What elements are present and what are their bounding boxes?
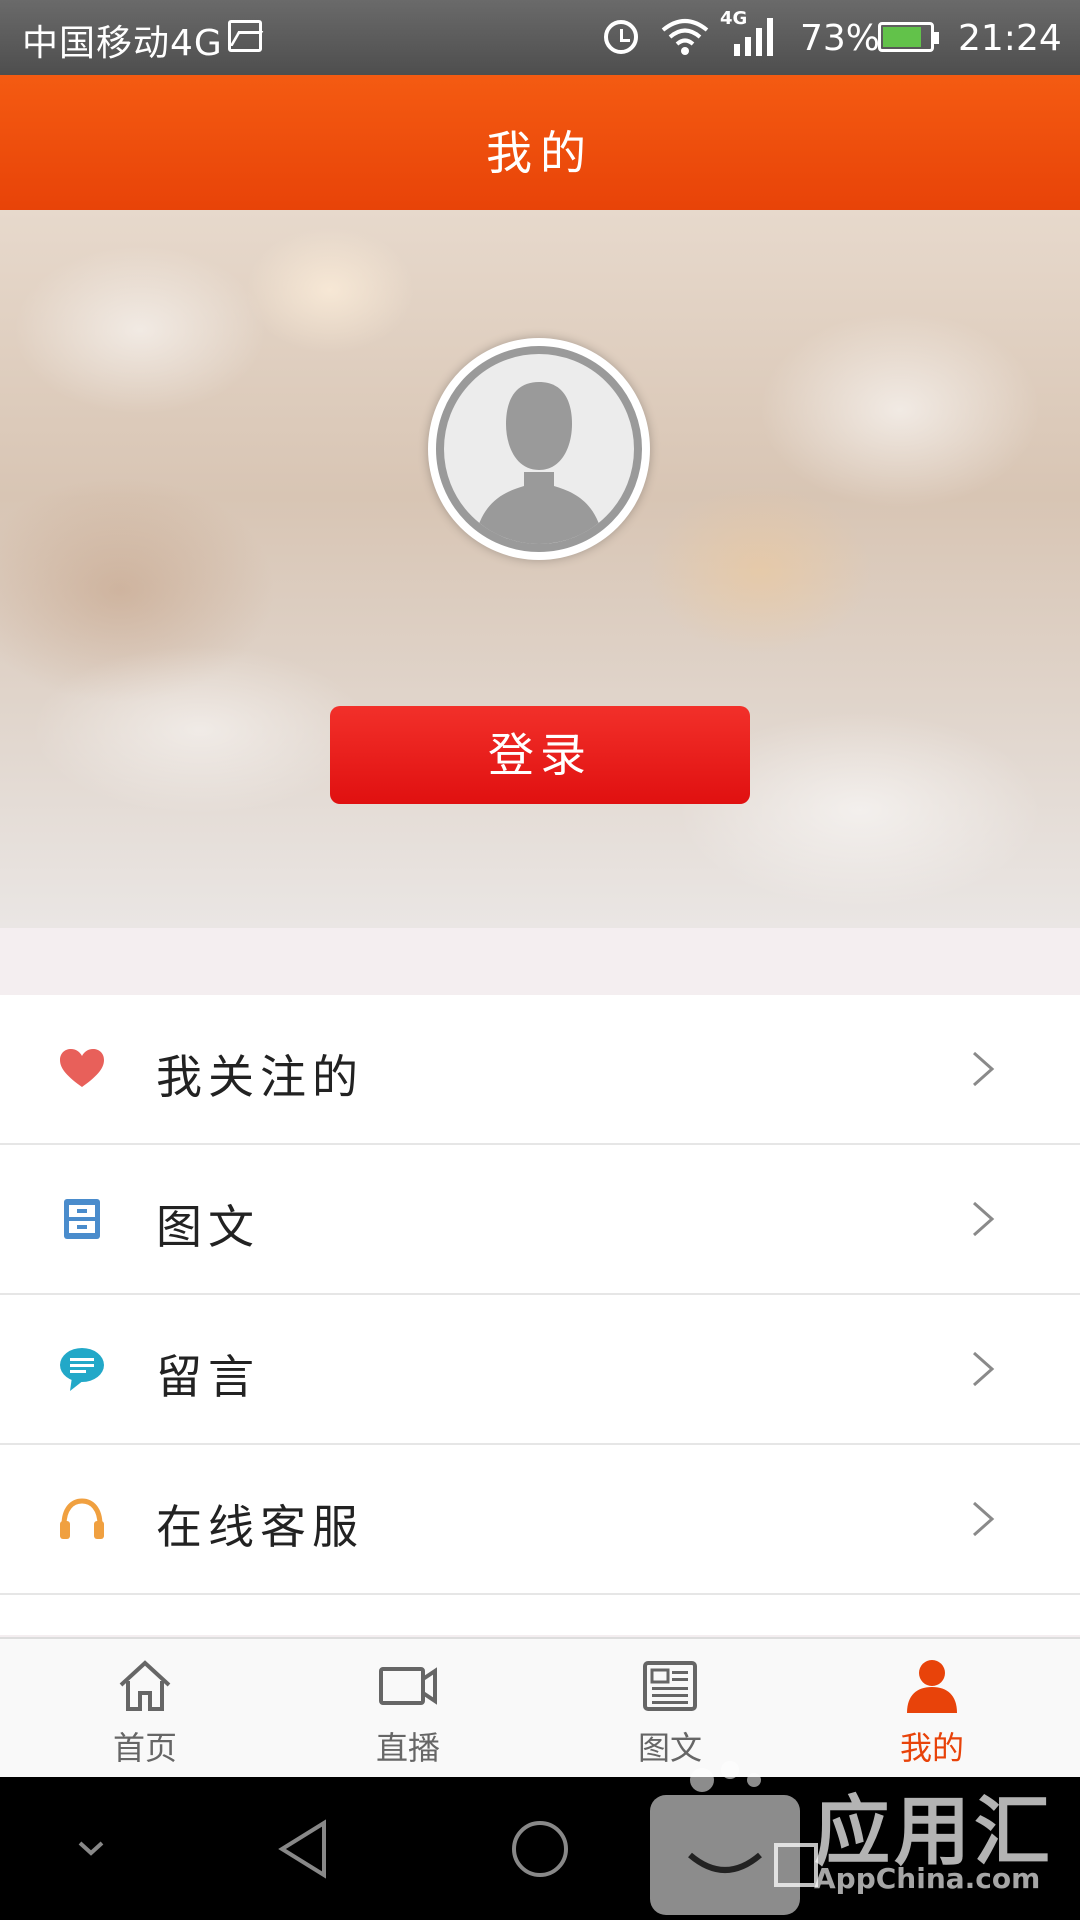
tab-label: 首页: [112, 1729, 177, 1767]
carrier-label: 中国移动4G: [22, 23, 223, 64]
tab-label: 直播: [375, 1729, 440, 1767]
heart-icon: [60, 1049, 104, 1087]
alarm-icon: [604, 20, 638, 54]
menu-item-articles[interactable]: 图文: [0, 1145, 1080, 1295]
menu-item-label: 我关注的: [156, 1050, 364, 1104]
menu-item-messages[interactable]: 留言: [0, 1295, 1080, 1445]
chevron-right-icon: [973, 1201, 995, 1237]
login-button[interactable]: 登录: [330, 706, 750, 804]
user-icon: [907, 1660, 957, 1713]
chevron-right-icon: [973, 1351, 995, 1387]
profile-header: 登录: [0, 210, 1080, 928]
watermark-subtext: AppChina.com: [814, 1862, 1041, 1895]
battery-charging-icon: [878, 22, 939, 52]
menu-spacer: [0, 1595, 1080, 1635]
page-title: 我的: [486, 126, 594, 180]
menu-item-label: 留言: [156, 1350, 260, 1404]
image-icon: [228, 20, 262, 52]
home-circle-icon[interactable]: [508, 1817, 572, 1881]
menu-item-following[interactable]: 我关注的: [0, 995, 1080, 1145]
tab-live[interactable]: 直播: [273, 1639, 543, 1779]
newspaper-icon: [643, 1661, 697, 1711]
menu-item-label: 在线客服: [156, 1500, 364, 1554]
clock: 21:24: [958, 18, 1062, 59]
status-bar: 中国移动4G 4G 73% 21:24: [0, 0, 1080, 75]
tab-home[interactable]: 首页: [10, 1639, 280, 1779]
signal-icon: [734, 18, 773, 56]
chevron-right-icon: [973, 1501, 995, 1537]
home-icon: [119, 1660, 171, 1711]
back-icon[interactable]: [274, 1817, 334, 1881]
default-user-avatar-icon: [436, 346, 642, 552]
avatar[interactable]: [428, 338, 650, 560]
menu-item-label: 图文: [156, 1200, 260, 1254]
headphones-icon: [60, 1498, 104, 1539]
video-camera-icon: [379, 1667, 437, 1705]
chevron-right-icon: [973, 1051, 995, 1087]
wifi-icon: [661, 19, 709, 55]
battery-percent: 73%: [800, 18, 881, 59]
chat-bubble-icon: [60, 1348, 104, 1391]
title-bar: 我的: [0, 75, 1080, 210]
cabinet-icon: [64, 1199, 100, 1239]
menu-list: 我关注的 图文 留言 在线客服: [0, 995, 1080, 1635]
menu-item-customer-service[interactable]: 在线客服: [0, 1445, 1080, 1595]
chevron-down-icon[interactable]: [74, 1839, 108, 1859]
